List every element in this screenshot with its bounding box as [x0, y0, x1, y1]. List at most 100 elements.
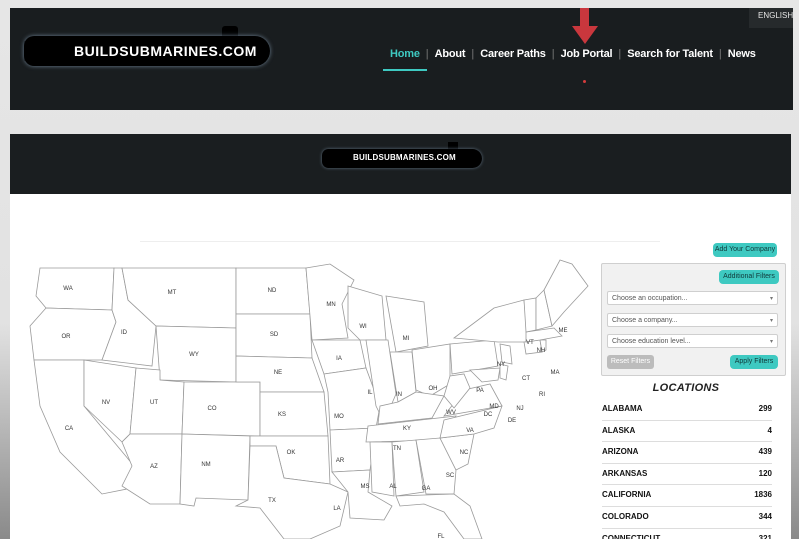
reset-filters-button[interactable]: Reset Filters [607, 355, 654, 369]
chevron-down-icon: ▾ [769, 339, 773, 345]
education-select[interactable]: Choose education level... ▾ [607, 334, 778, 348]
filter-panel: Additional Filters Choose an occupation.… [601, 263, 786, 376]
nav-about[interactable]: About [435, 48, 466, 60]
state-label: ND [268, 288, 277, 294]
chevron-down-icon: ▾ [769, 296, 773, 302]
nav-separator: | [471, 48, 475, 60]
occupation-select[interactable]: Choose an occupation... ▾ [607, 291, 778, 305]
site-header: ENGLISH BUILDSUBMARINES.COM Home | About… [10, 8, 793, 110]
nav-separator: | [718, 48, 722, 60]
state-label: IL [367, 390, 373, 396]
nav-home[interactable]: Home [383, 48, 427, 71]
us-states-map[interactable]: WA MT ND MN OR ID SD WI MI WY NE IA NV U… [24, 256, 590, 539]
state-label: KS [278, 412, 286, 418]
state-label: GA [422, 486, 431, 492]
location-count: 4 [767, 425, 772, 435]
state-co[interactable] [181, 381, 261, 437]
state-label: ME [559, 328, 568, 334]
location-count: 321 [758, 533, 772, 539]
language-selector[interactable]: ENGLISH [749, 8, 793, 28]
state-label: NC [460, 450, 469, 456]
state-label: WV [446, 410, 456, 416]
state-label: NY [497, 362, 505, 368]
state-label: NJ [516, 406, 523, 412]
state-label: ID [121, 330, 128, 336]
state-label: UT [150, 400, 158, 406]
location-state: ALASKA [602, 425, 636, 435]
state-label: IN [396, 392, 402, 398]
company-select[interactable]: Choose a company... ▾ [607, 313, 778, 327]
state-ks[interactable] [259, 391, 329, 437]
state-label: FL [437, 534, 445, 539]
cursor-dot [583, 80, 586, 83]
page-header: BUILDSUBMARINES.COM [10, 134, 791, 194]
logo-text: BUILDSUBMARINES.COM [74, 43, 257, 59]
state-label: KY [403, 426, 411, 432]
logo-text: BUILDSUBMARINES.COM [353, 153, 456, 162]
add-company-button[interactable]: Add Your Company [713, 243, 777, 257]
state-ny[interactable] [452, 299, 529, 343]
state-label: AZ [150, 464, 158, 470]
state-label: LA [333, 506, 340, 512]
state-label: IA [336, 356, 342, 362]
state-label: SD [270, 332, 279, 338]
state-label: OH [429, 386, 438, 392]
state-label: MD [489, 404, 499, 410]
state-label: DC [484, 412, 493, 418]
state-label: VA [466, 428, 474, 434]
state-label: MN [326, 302, 335, 308]
location-state: ARIZONA [602, 447, 639, 457]
state-me[interactable] [543, 259, 589, 327]
state-nj[interactable] [499, 343, 513, 365]
locations-title: LOCATIONS [652, 382, 720, 394]
state-label: WA [63, 286, 72, 292]
state-label: WI [359, 324, 367, 330]
nav-news[interactable]: News [728, 48, 756, 60]
state-wa[interactable] [35, 267, 115, 311]
location-state: COLORADO [602, 511, 649, 521]
additional-filters-button[interactable]: Additional Filters [719, 270, 779, 284]
location-row[interactable]: CONNECTICUT 321 [602, 529, 772, 539]
state-or[interactable] [29, 307, 117, 361]
location-count: 120 [758, 468, 772, 478]
location-row[interactable]: ARIZONA 439 [602, 442, 772, 464]
site-logo[interactable]: BUILDSUBMARINES.COM [24, 26, 274, 76]
state-label: TX [268, 498, 276, 504]
nav-search-for-talent[interactable]: Search for Talent [627, 48, 713, 60]
page-logo[interactable]: BUILDSUBMARINES.COM [322, 142, 484, 172]
state-label: MT [168, 290, 177, 296]
state-label: SC [446, 473, 455, 479]
location-row[interactable]: ALABAMA 299 [602, 399, 772, 421]
location-state: CALIFORNIA [602, 490, 652, 500]
state-label: CA [65, 426, 73, 432]
location-row[interactable]: ALASKA 4 [602, 421, 772, 443]
state-md[interactable] [469, 367, 501, 383]
chevron-down-icon: ▾ [769, 318, 773, 324]
location-row[interactable]: COLORADO 344 [602, 507, 772, 529]
apply-filters-button[interactable]: Apply Filters [730, 355, 778, 369]
state-label: WY [189, 352, 199, 358]
state-mi[interactable] [385, 295, 429, 353]
state-label: MA [551, 370, 560, 376]
state-label: MI [403, 336, 410, 342]
location-row[interactable]: ARKANSAS 120 [602, 464, 772, 486]
locations-list: ALABAMA 299 ALASKA 4 ARIZONA 439 ARKANSAS 12… [602, 399, 772, 539]
state-label: CO [208, 406, 217, 412]
state-label: TN [393, 446, 401, 452]
location-row[interactable]: CALIFORNIA 1836 [602, 485, 772, 507]
location-state: CONNECTICUT [602, 533, 661, 539]
location-count: 299 [758, 404, 772, 413]
state-nm[interactable] [179, 433, 251, 507]
state-shapes [29, 259, 589, 539]
nav-separator: | [618, 48, 622, 60]
state-label: CT [522, 376, 530, 382]
state-fl[interactable] [395, 493, 483, 539]
state-label: PA [476, 388, 484, 394]
company-select-label: Choose a company... [612, 317, 678, 324]
location-count: 1836 [754, 490, 772, 500]
state-wi[interactable] [347, 285, 387, 341]
location-state: ALABAMA [602, 404, 643, 413]
nav-career-paths[interactable]: Career Paths [480, 48, 546, 60]
state-vt[interactable] [523, 297, 537, 333]
state-label: OR [62, 334, 72, 340]
